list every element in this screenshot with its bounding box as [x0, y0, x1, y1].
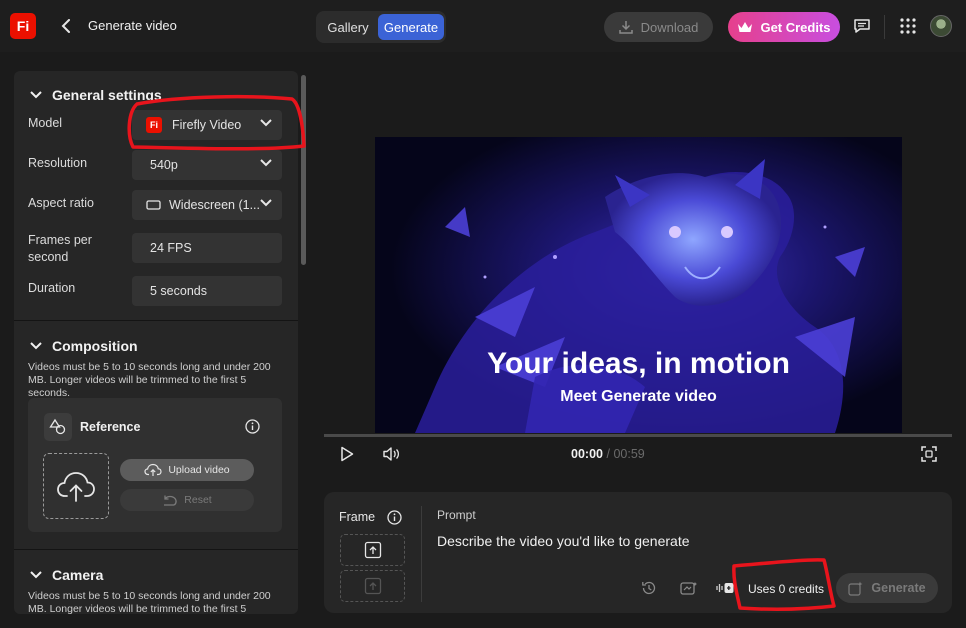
frames-value: 24 FPS: [150, 241, 192, 255]
general-settings-title: General settings: [52, 87, 162, 103]
play-icon[interactable]: [338, 445, 356, 463]
duration-value: 5 seconds: [150, 284, 207, 298]
time-current: 00:00: [571, 447, 603, 461]
generate-button[interactable]: Generate: [836, 573, 938, 603]
duration-label: Duration: [28, 281, 76, 295]
reference-label: Reference: [80, 420, 141, 434]
time-total: 00:59: [613, 447, 645, 461]
app-window: Fi Generate video Gallery Generate Downl…: [0, 0, 966, 628]
apps-grid-icon[interactable]: [898, 16, 918, 36]
download-icon: [618, 21, 633, 34]
crown-icon: [738, 21, 753, 32]
upload-video-label: Upload video: [168, 464, 230, 476]
info-icon[interactable]: [245, 419, 260, 434]
tab-generate[interactable]: Generate: [378, 14, 444, 40]
first-frame-upload[interactable]: [340, 534, 405, 566]
top-bar: Fi Generate video Gallery Generate Downl…: [0, 0, 966, 52]
chevron-down-icon: [30, 342, 42, 350]
chevron-down-icon: [30, 91, 42, 99]
video-headline: Your ideas, in motion: [487, 347, 790, 380]
credits-usage: Uses 0 credits: [748, 582, 825, 596]
aspect-ratio-select[interactable]: Widescreen (1...: [132, 190, 282, 220]
last-frame-upload[interactable]: [340, 570, 405, 602]
general-settings-header[interactable]: General settings: [30, 87, 162, 103]
video-subheadline: Meet Generate video: [560, 388, 717, 405]
get-credits-label: Get Credits: [760, 19, 831, 35]
composition-title: Composition: [52, 338, 138, 354]
section-divider: [14, 549, 298, 550]
upload-video-button[interactable]: Upload video: [120, 459, 254, 481]
video-time: 00:00 / 00:59: [571, 447, 645, 461]
info-icon[interactable]: [387, 510, 402, 525]
history-icon[interactable]: [640, 579, 658, 597]
user-avatar[interactable]: [930, 15, 952, 37]
prompt-suggestions-icon[interactable]: [679, 579, 697, 597]
reference-card: Reference Upload video Reset: [28, 398, 282, 532]
aspect-ratio-value: Widescreen (1...: [169, 198, 261, 212]
feedback-icon[interactable]: [852, 16, 872, 36]
frame-label: Frame: [339, 510, 376, 524]
camera-header[interactable]: Camera: [30, 567, 103, 583]
image-upload-icon: [364, 541, 381, 559]
chevron-down-icon: [260, 159, 272, 167]
tab-gallery[interactable]: Gallery: [319, 14, 377, 40]
aspect-ratio-label: Aspect ratio: [28, 196, 95, 210]
generate-label: Generate: [871, 581, 926, 595]
cloud-upload-icon: [144, 463, 162, 476]
duration-field[interactable]: 5 seconds: [132, 276, 282, 306]
sound-effects-icon[interactable]: [716, 579, 734, 597]
prompt-divider: [421, 506, 422, 602]
get-credits-button[interactable]: Get Credits: [728, 12, 840, 42]
page-title: Generate video: [88, 18, 177, 33]
toolbar-divider: [884, 15, 885, 39]
camera-hint: Videos must be 5 to 10 seconds long and …: [28, 590, 271, 614]
firefly-logo[interactable]: Fi: [10, 13, 36, 39]
reset-button[interactable]: Reset: [120, 489, 254, 511]
reset-label: Reset: [184, 494, 212, 506]
widescreen-icon: [146, 200, 161, 210]
video-progress-bar[interactable]: [324, 434, 952, 437]
prompt-panel: Frame Prompt Uses 0 credits Generate: [324, 492, 952, 613]
fullscreen-icon[interactable]: [920, 445, 938, 463]
download-button[interactable]: Download: [604, 12, 713, 42]
back-arrow-icon[interactable]: [58, 17, 74, 35]
generate-sparkle-icon: [848, 581, 863, 596]
settings-panel: General settings Model Fi Firefly Video …: [14, 71, 298, 614]
resolution-label: Resolution: [28, 156, 88, 170]
model-select[interactable]: Fi Firefly Video: [132, 110, 282, 140]
firefly-badge-icon: Fi: [146, 117, 162, 133]
image-upload-icon: [364, 577, 381, 595]
chevron-down-icon: [260, 199, 272, 207]
video-dropzone[interactable]: [43, 453, 109, 519]
frames-field[interactable]: 24 FPS: [132, 233, 282, 263]
prompt-label: Prompt: [437, 508, 476, 522]
model-value: Firefly Video: [172, 118, 242, 132]
model-label: Model: [28, 116, 63, 130]
view-switcher: Gallery Generate: [316, 11, 446, 43]
composition-hint: Videos must be 5 to 10 seconds long and …: [28, 361, 271, 399]
composition-header[interactable]: Composition: [30, 338, 138, 354]
prompt-input[interactable]: [437, 530, 837, 552]
download-label: Download: [640, 19, 699, 35]
camera-title: Camera: [52, 567, 104, 583]
undo-icon: [164, 495, 178, 506]
shapes-icon: [44, 413, 72, 441]
chevron-down-icon: [30, 571, 42, 579]
chevron-down-icon: [260, 119, 272, 127]
resolution-select[interactable]: 540p: [132, 150, 282, 180]
time-separator: /: [606, 447, 610, 461]
cloud-upload-icon: [57, 472, 95, 502]
frames-label: Frames per second: [28, 233, 92, 264]
volume-icon[interactable]: [382, 445, 400, 463]
settings-scrollbar[interactable]: [301, 75, 306, 265]
resolution-value: 540p: [150, 158, 178, 172]
video-preview[interactable]: Your ideas, in motion Meet Generate vide…: [375, 137, 902, 433]
section-divider: [14, 320, 298, 321]
